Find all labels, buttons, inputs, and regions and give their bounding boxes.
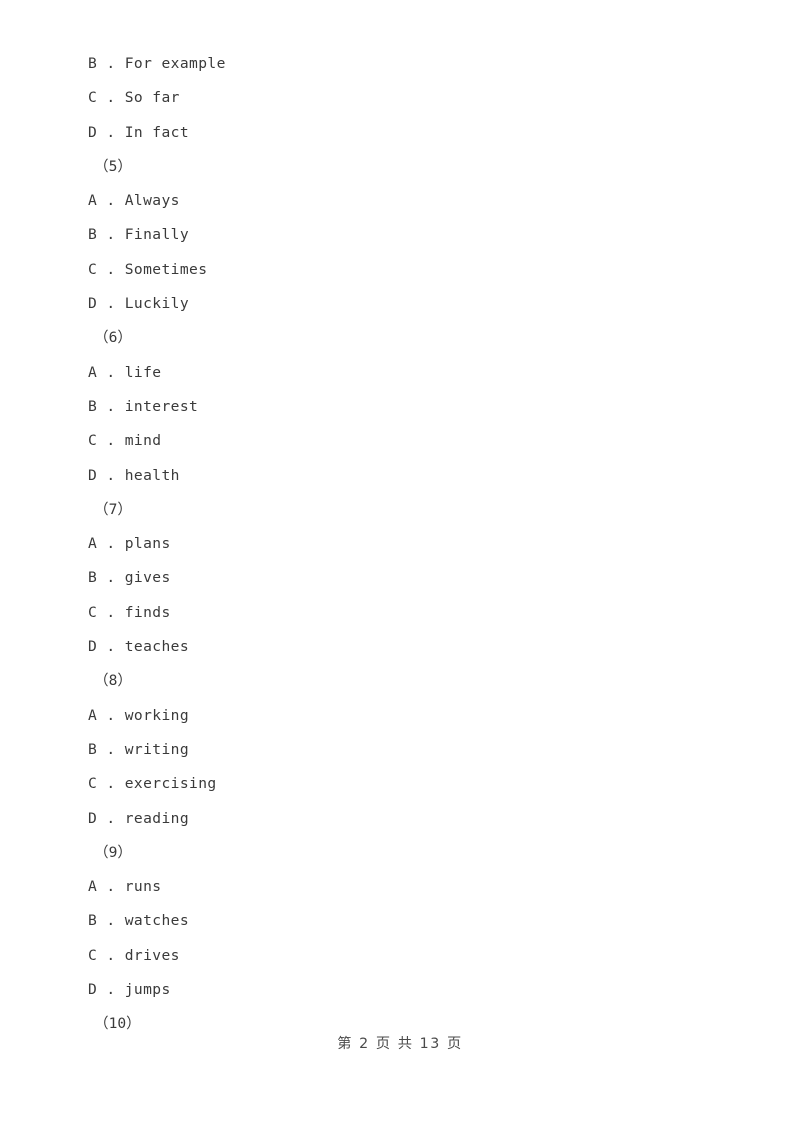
answer-option[interactable]: C . mind <box>88 424 688 458</box>
answer-option[interactable]: D . jumps <box>88 973 688 1007</box>
answer-option[interactable]: D . Luckily <box>88 287 688 321</box>
document-page: B . For example C . So far D . In fact （5） A… <box>0 0 800 1132</box>
answer-option[interactable]: C . exercising <box>88 767 688 801</box>
page-footer: 第 2 页 共 13 页 <box>337 1036 463 1052</box>
answer-option[interactable]: B . Finally <box>88 218 688 252</box>
answer-option[interactable]: D . teaches <box>88 630 688 664</box>
answer-option[interactable]: A . life <box>88 356 688 390</box>
answer-option[interactable]: A . working <box>88 699 688 733</box>
answer-option[interactable]: B . For example <box>88 47 688 81</box>
answer-option[interactable]: C . drives <box>88 939 688 973</box>
answer-option[interactable]: D . reading <box>88 802 688 836</box>
answer-option[interactable]: C . So far <box>88 81 688 115</box>
question-number: （8） <box>94 672 132 690</box>
answer-option[interactable]: B . writing <box>88 733 688 767</box>
answer-option[interactable]: C . Sometimes <box>88 253 688 287</box>
question-number: （5） <box>94 157 132 175</box>
answer-option[interactable]: D . In fact <box>88 116 688 150</box>
answer-option[interactable]: B . gives <box>88 561 688 595</box>
answer-option[interactable]: A . Always <box>88 184 688 218</box>
answer-option[interactable]: D . health <box>88 459 688 493</box>
answer-option[interactable]: C . finds <box>88 596 688 630</box>
question-number: （6） <box>94 329 132 347</box>
answer-option[interactable]: A . runs <box>88 870 688 904</box>
answer-option[interactable]: B . watches <box>88 904 688 938</box>
question-number: （7） <box>94 500 132 518</box>
question-number: （9） <box>94 843 132 861</box>
options-list: B . For example C . So far D . In fact （5） A… <box>88 47 688 1042</box>
answer-option[interactable]: B . interest <box>88 390 688 424</box>
answer-option[interactable]: A . plans <box>88 527 688 561</box>
